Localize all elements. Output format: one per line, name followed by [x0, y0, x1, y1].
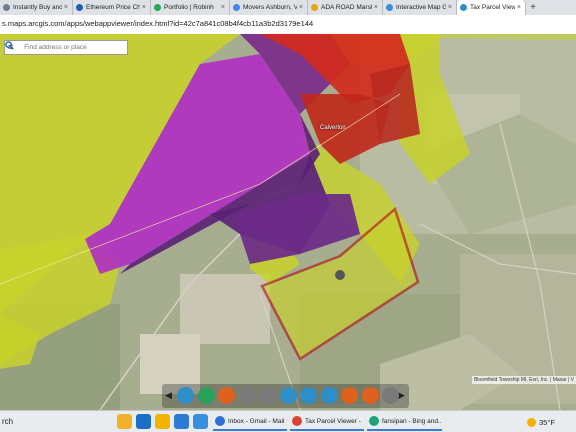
- tab-title: Ethereum Price Ch: [86, 4, 140, 11]
- browser-tab[interactable]: Instantly Buy and S×: [0, 0, 73, 15]
- taskbar-app-button[interactable]: Inbox - Gmail - Mail: [213, 413, 287, 431]
- taskbar-app-label: Inbox - Gmail - Mail: [228, 417, 285, 425]
- dock-prev-arrow[interactable]: ◀: [165, 390, 172, 401]
- taskbar-app-label: Tax Parcel Viewer -: [305, 417, 361, 425]
- browser-tab[interactable]: ADA ROAD Marsh ×: [308, 0, 383, 15]
- search-button[interactable]: [5, 41, 127, 54]
- browser-tab[interactable]: Ethereum Price Ch ×: [73, 0, 151, 15]
- table-icon[interactable]: [238, 387, 256, 404]
- calendar-icon[interactable]: [136, 414, 151, 429]
- tab-title: Movers Ashburn, V: [243, 4, 297, 11]
- bookmark-icon[interactable]: [382, 387, 399, 404]
- url-text[interactable]: s.maps.arcgis.com/apps/webappviewer/inde…: [2, 18, 313, 30]
- close-tab-icon[interactable]: ×: [448, 4, 452, 11]
- sun-icon: [527, 417, 536, 427]
- google-icon: [233, 4, 240, 11]
- basemap-icon[interactable]: [218, 387, 235, 404]
- page-icon: [311, 4, 318, 11]
- weather-widget[interactable]: 35°F: [527, 413, 555, 431]
- search-box[interactable]: ≡: [4, 40, 128, 55]
- mail-icon: [215, 416, 225, 426]
- arcgis-icon: [460, 4, 467, 11]
- close-tab-icon[interactable]: ×: [374, 4, 378, 11]
- close-tab-icon[interactable]: ×: [517, 4, 521, 11]
- tab-title: Interactive Map Ga: [396, 4, 446, 11]
- taskbar-app-label: fansipan - Bing and...: [382, 417, 442, 425]
- file-explorer-icon[interactable]: [117, 414, 132, 429]
- measure-icon[interactable]: [300, 387, 317, 404]
- edge-icon: [369, 416, 379, 426]
- map-view[interactable]: ≡ Calverton Bloomfield Township MI, Esri…: [0, 34, 576, 410]
- taskbar: rch Inbox - Gmail - Mail Tax Parcel Viewe…: [0, 410, 576, 432]
- query-icon[interactable]: [259, 387, 276, 404]
- tab-title: Tax Parcel Viewer: [470, 4, 515, 11]
- taskbar-app-button[interactable]: fansipan - Bing and...: [367, 413, 442, 431]
- place-label: Calverton: [320, 125, 346, 131]
- tab-title: Instantly Buy and S: [13, 4, 62, 11]
- close-tab-icon[interactable]: ×: [299, 4, 303, 11]
- print-icon[interactable]: [361, 387, 379, 404]
- info-icon[interactable]: [341, 387, 358, 404]
- tab-title: Portfolio | Robinh: [164, 4, 214, 11]
- search-input[interactable]: [16, 41, 111, 54]
- folder-icon[interactable]: [155, 414, 170, 429]
- close-tab-icon[interactable]: ×: [64, 4, 68, 11]
- field-patch: [180, 274, 270, 344]
- feather-icon: [154, 4, 161, 11]
- chrome-icon: [292, 416, 302, 426]
- taskbar-app-button[interactable]: Tax Parcel Viewer -: [290, 413, 364, 431]
- search-icon: [5, 41, 14, 50]
- gear-icon[interactable]: [279, 387, 297, 404]
- browser-tab[interactable]: Tax Parcel Viewer×: [457, 0, 526, 15]
- close-tab-icon[interactable]: ×: [221, 4, 225, 11]
- selection-marker: [335, 270, 345, 280]
- list-icon[interactable]: [177, 387, 194, 404]
- map-attribution: Bloomfield Township MI, Esri, Inc. | Max…: [471, 376, 576, 384]
- weather-temp: 35°F: [539, 417, 555, 427]
- map-canvas[interactable]: [0, 34, 576, 410]
- browser-tab[interactable]: Portfolio | Robinh ×: [151, 0, 230, 15]
- page-icon: [3, 4, 10, 11]
- close-tab-icon[interactable]: ×: [142, 4, 146, 11]
- new-tab-button[interactable]: +: [526, 0, 540, 15]
- page-icon: [386, 4, 393, 11]
- tab-strip: Instantly Buy and S×Ethereum Price Ch×Po…: [0, 0, 576, 15]
- dock-next-arrow[interactable]: ▶: [398, 390, 405, 401]
- address-bar[interactable]: s.maps.arcgis.com/apps/webappviewer/inde…: [0, 15, 576, 35]
- layers-icon[interactable]: [197, 387, 215, 404]
- taskbar-search[interactable]: rch: [0, 413, 114, 431]
- people-icon[interactable]: [193, 414, 208, 429]
- browser-tab[interactable]: Movers Ashburn, V ×: [230, 0, 308, 15]
- store-icon[interactable]: [174, 414, 189, 429]
- draw-icon[interactable]: [320, 387, 338, 404]
- coin-icon: [76, 4, 83, 11]
- tab-title: ADA ROAD Marsh: [321, 4, 372, 11]
- browser-tab[interactable]: Interactive Map Ga ×: [383, 0, 457, 15]
